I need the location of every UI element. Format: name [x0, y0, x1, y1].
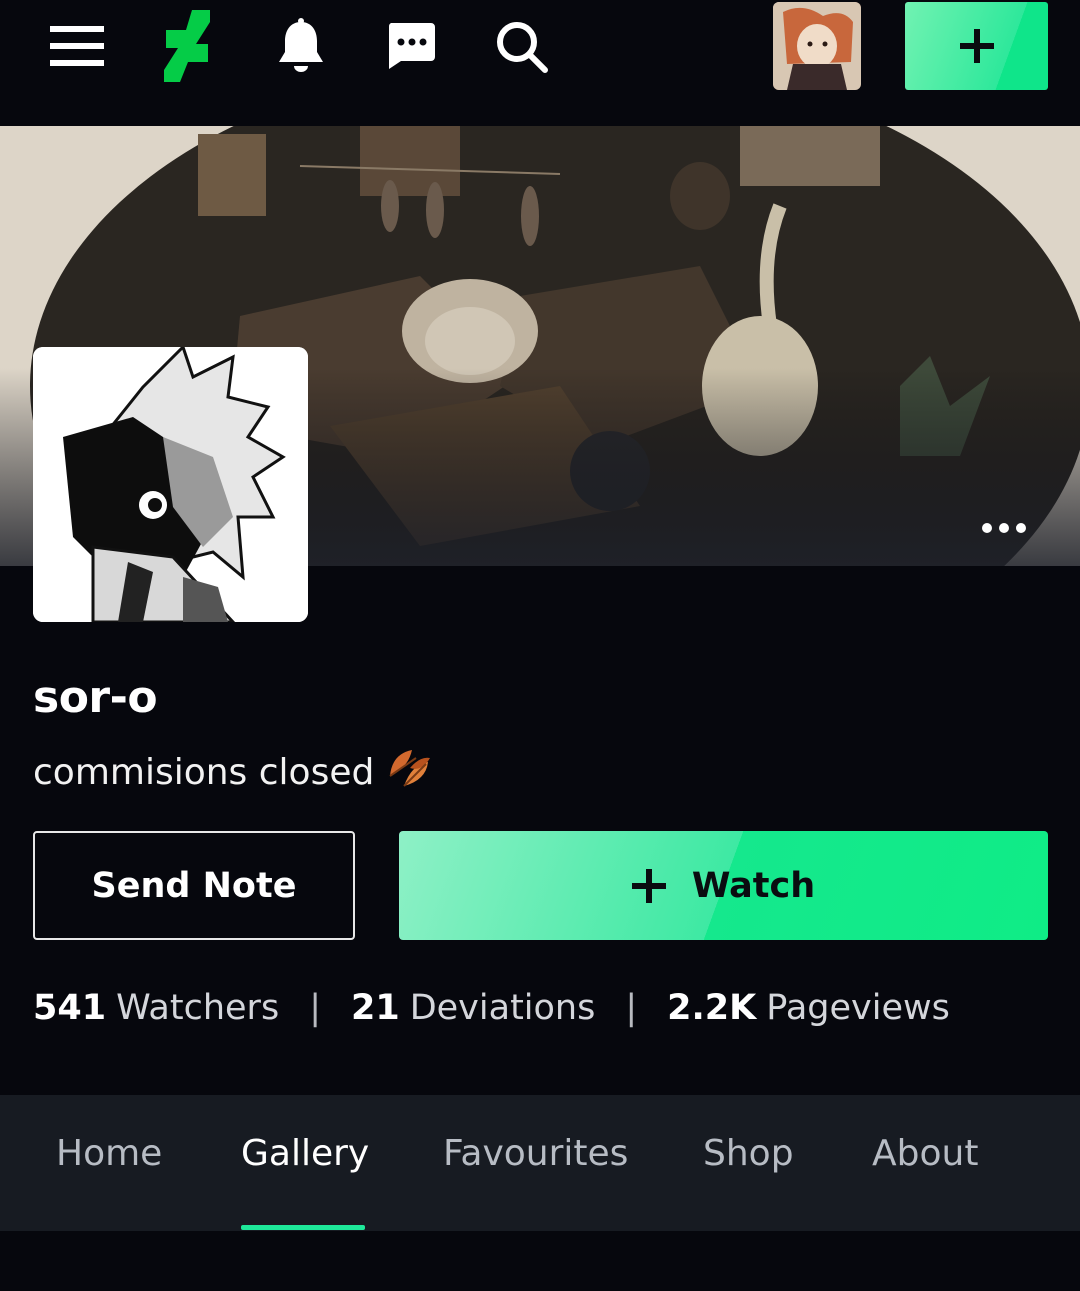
tagline-text: commisions closed: [33, 752, 375, 793]
watch-button[interactable]: Watch: [399, 831, 1048, 940]
tab-favourites[interactable]: Favourites: [443, 1133, 628, 1174]
send-note-button[interactable]: Send Note: [33, 831, 355, 940]
pageviews-count: 2.2K: [667, 988, 757, 1028]
watchers-label: Watchers: [116, 988, 280, 1028]
user-avatar[interactable]: [773, 2, 861, 90]
chat-icon[interactable]: [375, 10, 447, 82]
tab-shop[interactable]: Shop: [703, 1133, 794, 1174]
tab-gallery[interactable]: Gallery: [241, 1133, 369, 1174]
top-bar: [0, 0, 1080, 126]
tagline: commisions closed: [33, 746, 432, 799]
plus-icon: [631, 868, 666, 903]
watch-label: Watch: [691, 865, 816, 906]
stats-separator: |: [309, 988, 321, 1028]
stats-separator: |: [625, 988, 638, 1028]
dot-icon: [999, 523, 1009, 533]
search-icon[interactable]: [485, 10, 557, 82]
tab-about[interactable]: About: [872, 1133, 978, 1174]
username: sor-o: [33, 672, 158, 723]
deviantart-logo[interactable]: [151, 10, 223, 82]
more-options-button[interactable]: [972, 510, 1036, 546]
avatar-artwork: [33, 347, 308, 622]
profile-tabs: Home Gallery Favourites Shop About: [0, 1095, 1080, 1231]
bell-icon[interactable]: [265, 10, 337, 82]
plus-icon: [959, 29, 994, 63]
content-area: [0, 1231, 1080, 1291]
profile-avatar[interactable]: [33, 347, 308, 622]
dot-icon: [1016, 523, 1026, 533]
watchers-count: 541: [33, 988, 107, 1028]
tab-home[interactable]: Home: [56, 1133, 162, 1174]
submit-button[interactable]: [905, 2, 1048, 90]
menu-icon[interactable]: [41, 10, 113, 82]
pageviews-label: Pageviews: [766, 988, 950, 1028]
deviations-count: 21: [350, 988, 400, 1028]
leaf-icon: [386, 746, 432, 799]
dot-icon: [982, 523, 992, 533]
profile-stats: 541 Watchers | 21 Deviations | 2.2K Page…: [33, 988, 950, 1028]
deviations-label: Deviations: [409, 988, 596, 1028]
active-tab-indicator: [241, 1225, 365, 1230]
